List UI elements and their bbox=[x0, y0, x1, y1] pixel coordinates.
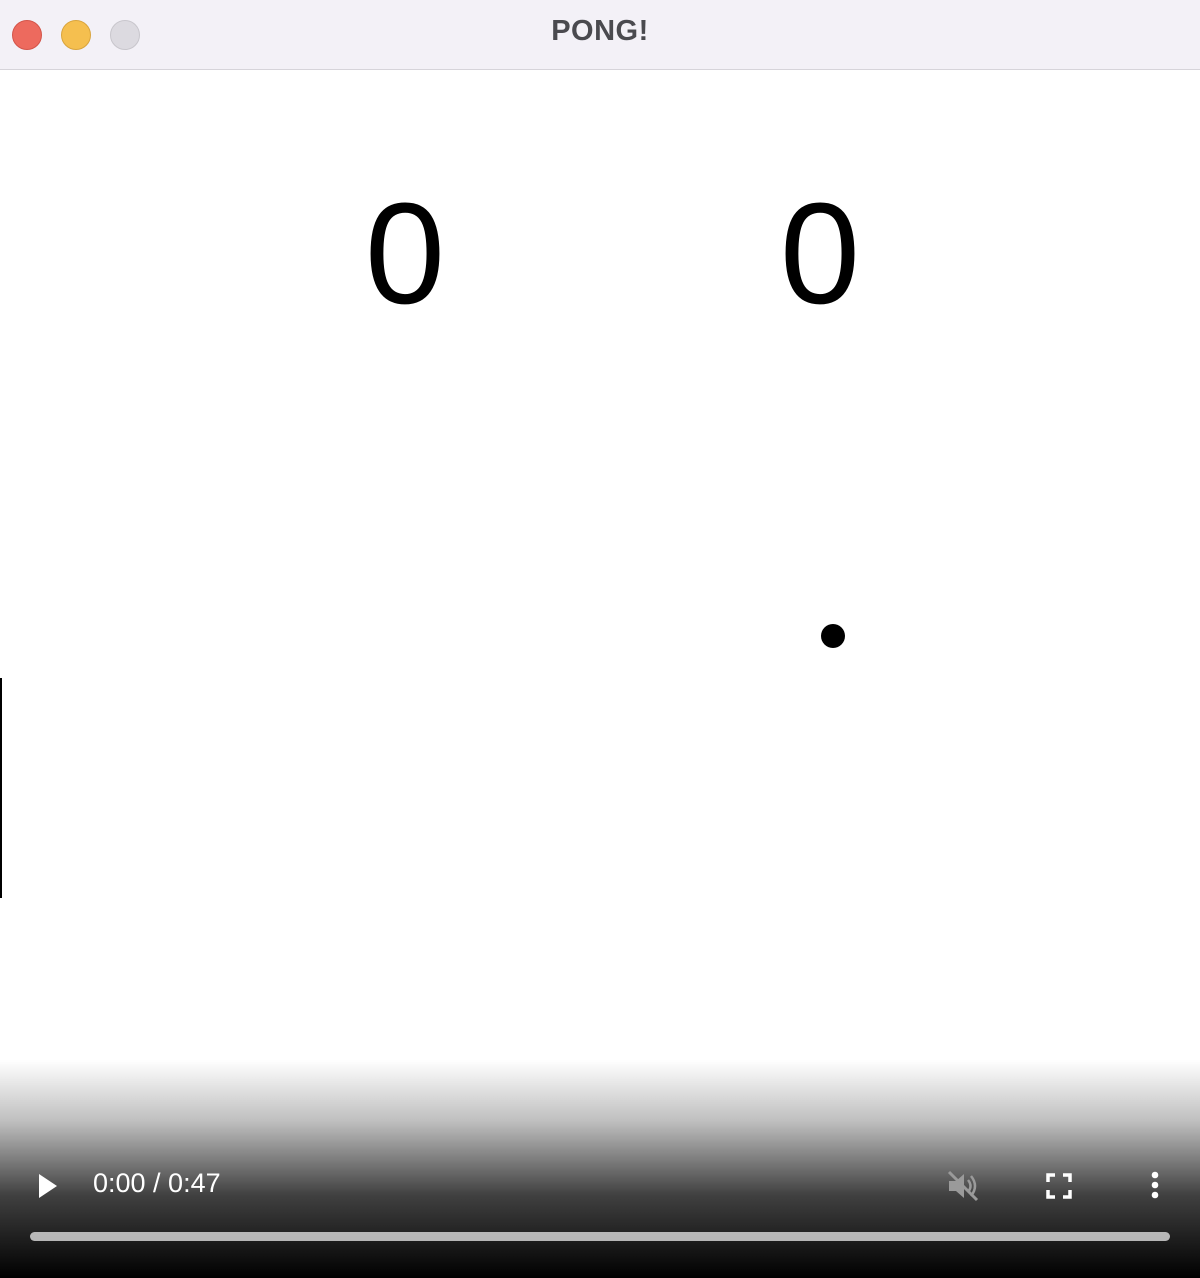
pong-window: PONG! 0 0 0:00 / 0:47 bbox=[0, 0, 1200, 1278]
fullscreen-button[interactable] bbox=[1039, 1166, 1079, 1206]
left-score: 0 bbox=[364, 173, 446, 334]
more-vertical-icon bbox=[1151, 1171, 1159, 1199]
video-controls-bar: 0:00 / 0:47 bbox=[0, 1060, 1200, 1278]
fullscreen-icon bbox=[1046, 1173, 1072, 1199]
speaker-muted-icon bbox=[947, 1170, 979, 1202]
more-options-button[interactable] bbox=[1135, 1166, 1175, 1206]
progress-bar[interactable] bbox=[30, 1232, 1170, 1241]
time-display: 0:00 / 0:47 bbox=[93, 1168, 221, 1198]
ball bbox=[821, 624, 845, 648]
title-bar: PONG! bbox=[0, 0, 1200, 70]
play-button[interactable] bbox=[30, 1166, 66, 1206]
mute-button[interactable] bbox=[943, 1166, 983, 1206]
right-score: 0 bbox=[779, 173, 861, 334]
left-paddle bbox=[0, 678, 2, 898]
play-icon bbox=[39, 1174, 57, 1198]
window-title: PONG! bbox=[551, 15, 649, 47]
